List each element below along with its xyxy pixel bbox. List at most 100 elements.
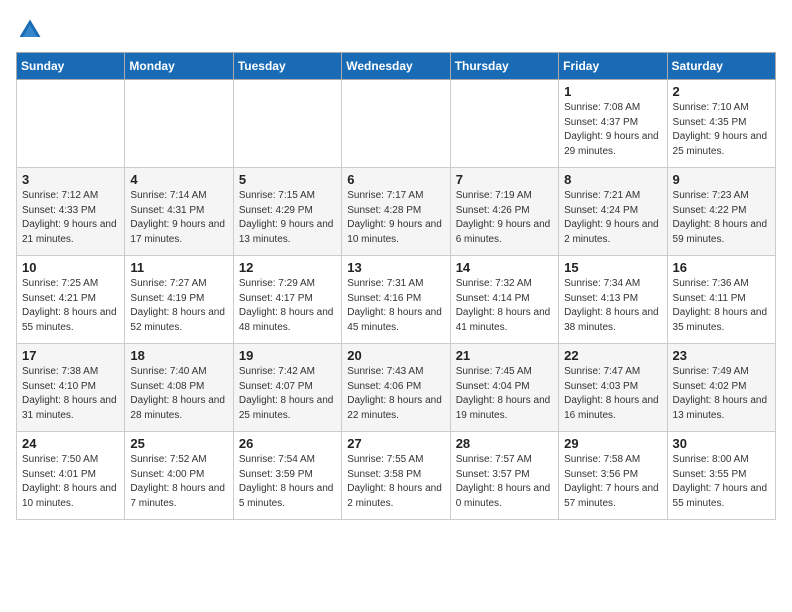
calendar-day-header: Thursday (450, 53, 558, 80)
calendar-cell: 11 Sunrise: 7:27 AM Sunset: 4:19 PM Dayli… (125, 256, 233, 344)
day-info: Sunrise: 7:58 AM Sunset: 3:56 PM Dayligh… (564, 453, 661, 511)
calendar-day-header: Friday (559, 53, 667, 80)
calendar-cell: 1 Sunrise: 7:08 AM Sunset: 4:37 PM Daylig… (559, 80, 667, 168)
day-number: 14 (456, 260, 553, 275)
calendar-week-row: 10 Sunrise: 7:25 AM Sunset: 4:21 PM Dayli… (17, 256, 776, 344)
calendar-week-row: 17Sunrise: 7:38 AM Sunset: 4:10 PM Dayli… (17, 344, 776, 432)
day-number: 21 (456, 348, 553, 363)
calendar-cell: 17Sunrise: 7:38 AM Sunset: 4:10 PM Dayli… (17, 344, 125, 432)
calendar-cell: 4 Sunrise: 7:14 AM Sunset: 4:31 PM Daylig… (125, 168, 233, 256)
calendar-cell: 26 Sunrise: 7:54 AM Sunset: 3:59 PM Dayli… (233, 432, 341, 520)
day-number: 1 (564, 84, 661, 99)
day-info: Sunrise: 7:31 AM Sunset: 4:16 PM Dayligh… (347, 277, 444, 335)
calendar-cell: 15 Sunrise: 7:34 AM Sunset: 4:13 PM Dayli… (559, 256, 667, 344)
calendar-cell: 30 Sunrise: 8:00 AM Sunset: 3:55 PM Dayli… (667, 432, 775, 520)
day-info: Sunrise: 7:40 AM Sunset: 4:08 PM Dayligh… (130, 365, 227, 423)
calendar-cell: 2 Sunrise: 7:10 AM Sunset: 4:35 PM Daylig… (667, 80, 775, 168)
calendar-day-header: Monday (125, 53, 233, 80)
calendar-cell: 22Sunrise: 7:47 AM Sunset: 4:03 PM Dayli… (559, 344, 667, 432)
day-info: Sunrise: 7:54 AM Sunset: 3:59 PM Dayligh… (239, 453, 336, 511)
calendar-cell: 25 Sunrise: 7:52 AM Sunset: 4:00 PM Dayli… (125, 432, 233, 520)
calendar-cell: 7 Sunrise: 7:19 AM Sunset: 4:26 PM Daylig… (450, 168, 558, 256)
calendar-table: SundayMondayTuesdayWednesdayThursdayFrid… (16, 52, 776, 520)
calendar-cell (233, 80, 341, 168)
day-number: 8 (564, 172, 661, 187)
day-number: 29 (564, 436, 661, 451)
day-number: 7 (456, 172, 553, 187)
day-info: Sunrise: 7:42 AM Sunset: 4:07 PM Dayligh… (239, 365, 336, 423)
day-number: 9 (673, 172, 770, 187)
day-info: Sunrise: 7:34 AM Sunset: 4:13 PM Dayligh… (564, 277, 661, 335)
day-info: Sunrise: 7:25 AM Sunset: 4:21 PM Dayligh… (22, 277, 119, 335)
calendar-cell: 9 Sunrise: 7:23 AM Sunset: 4:22 PM Daylig… (667, 168, 775, 256)
day-info: Sunrise: 7:50 AM Sunset: 4:01 PM Dayligh… (22, 453, 119, 511)
day-number: 11 (130, 260, 227, 275)
day-info: Sunrise: 7:12 AM Sunset: 4:33 PM Dayligh… (22, 189, 119, 247)
day-info: Sunrise: 7:10 AM Sunset: 4:35 PM Dayligh… (673, 101, 770, 159)
day-number: 17 (22, 348, 119, 363)
day-number: 4 (130, 172, 227, 187)
calendar-cell: 14Sunrise: 7:32 AM Sunset: 4:14 PM Dayli… (450, 256, 558, 344)
calendar-week-row: 1 Sunrise: 7:08 AM Sunset: 4:37 PM Daylig… (17, 80, 776, 168)
calendar-cell: 6 Sunrise: 7:17 AM Sunset: 4:28 PM Daylig… (342, 168, 450, 256)
calendar-cell (342, 80, 450, 168)
day-number: 2 (673, 84, 770, 99)
logo (16, 16, 48, 44)
calendar-week-row: 3 Sunrise: 7:12 AM Sunset: 4:33 PM Daylig… (17, 168, 776, 256)
day-info: Sunrise: 7:14 AM Sunset: 4:31 PM Dayligh… (130, 189, 227, 247)
day-number: 28 (456, 436, 553, 451)
day-number: 26 (239, 436, 336, 451)
calendar-cell: 23 Sunrise: 7:49 AM Sunset: 4:02 PM Dayli… (667, 344, 775, 432)
calendar-cell: 24 Sunrise: 7:50 AM Sunset: 4:01 PM Dayli… (17, 432, 125, 520)
calendar-day-header: Saturday (667, 53, 775, 80)
day-info: Sunrise: 7:49 AM Sunset: 4:02 PM Dayligh… (673, 365, 770, 423)
calendar-cell: 3 Sunrise: 7:12 AM Sunset: 4:33 PM Daylig… (17, 168, 125, 256)
day-number: 27 (347, 436, 444, 451)
day-number: 20 (347, 348, 444, 363)
calendar-cell: 29 Sunrise: 7:58 AM Sunset: 3:56 PM Dayli… (559, 432, 667, 520)
logo-icon (16, 16, 44, 44)
calendar-cell (125, 80, 233, 168)
calendar-cell: 19Sunrise: 7:42 AM Sunset: 4:07 PM Dayli… (233, 344, 341, 432)
day-info: Sunrise: 7:19 AM Sunset: 4:26 PM Dayligh… (456, 189, 553, 247)
day-info: Sunrise: 7:08 AM Sunset: 4:37 PM Dayligh… (564, 101, 661, 159)
day-info: Sunrise: 7:52 AM Sunset: 4:00 PM Dayligh… (130, 453, 227, 511)
calendar-header-row: SundayMondayTuesdayWednesdayThursdayFrid… (17, 53, 776, 80)
day-number: 18 (130, 348, 227, 363)
page-header (16, 16, 776, 44)
day-number: 13 (347, 260, 444, 275)
day-number: 22 (564, 348, 661, 363)
calendar-day-header: Tuesday (233, 53, 341, 80)
day-info: Sunrise: 7:21 AM Sunset: 4:24 PM Dayligh… (564, 189, 661, 247)
calendar-cell: 13 Sunrise: 7:31 AM Sunset: 4:16 PM Dayli… (342, 256, 450, 344)
calendar-cell: 27 Sunrise: 7:55 AM Sunset: 3:58 PM Dayli… (342, 432, 450, 520)
day-number: 3 (22, 172, 119, 187)
calendar-cell: 10 Sunrise: 7:25 AM Sunset: 4:21 PM Dayli… (17, 256, 125, 344)
calendar-cell: 21 Sunrise: 7:45 AM Sunset: 4:04 PM Dayli… (450, 344, 558, 432)
day-number: 12 (239, 260, 336, 275)
day-number: 10 (22, 260, 119, 275)
day-info: Sunrise: 7:27 AM Sunset: 4:19 PM Dayligh… (130, 277, 227, 335)
day-info: Sunrise: 7:23 AM Sunset: 4:22 PM Dayligh… (673, 189, 770, 247)
day-number: 25 (130, 436, 227, 451)
day-number: 15 (564, 260, 661, 275)
day-number: 23 (673, 348, 770, 363)
day-number: 24 (22, 436, 119, 451)
day-number: 5 (239, 172, 336, 187)
calendar-day-header: Sunday (17, 53, 125, 80)
calendar-cell: 16Sunrise: 7:36 AM Sunset: 4:11 PM Dayli… (667, 256, 775, 344)
calendar-day-header: Wednesday (342, 53, 450, 80)
day-number: 30 (673, 436, 770, 451)
calendar-body: 1 Sunrise: 7:08 AM Sunset: 4:37 PM Daylig… (17, 80, 776, 520)
calendar-cell (17, 80, 125, 168)
day-number: 6 (347, 172, 444, 187)
day-info: Sunrise: 7:45 AM Sunset: 4:04 PM Dayligh… (456, 365, 553, 423)
calendar-cell: 12 Sunrise: 7:29 AM Sunset: 4:17 PM Dayli… (233, 256, 341, 344)
day-info: Sunrise: 8:00 AM Sunset: 3:55 PM Dayligh… (673, 453, 770, 511)
day-info: Sunrise: 7:15 AM Sunset: 4:29 PM Dayligh… (239, 189, 336, 247)
day-info: Sunrise: 7:17 AM Sunset: 4:28 PM Dayligh… (347, 189, 444, 247)
day-info: Sunrise: 7:29 AM Sunset: 4:17 PM Dayligh… (239, 277, 336, 335)
calendar-cell: 28Sunrise: 7:57 AM Sunset: 3:57 PM Dayli… (450, 432, 558, 520)
calendar-cell: 18 Sunrise: 7:40 AM Sunset: 4:08 PM Dayli… (125, 344, 233, 432)
day-info: Sunrise: 7:55 AM Sunset: 3:58 PM Dayligh… (347, 453, 444, 511)
